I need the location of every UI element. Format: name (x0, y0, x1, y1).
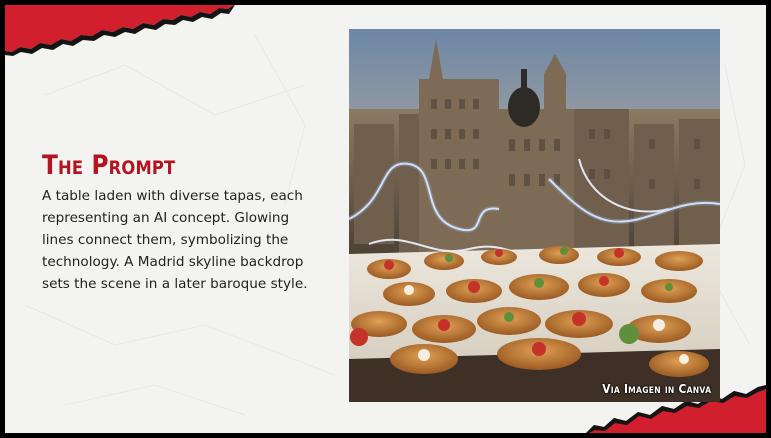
torn-paper-top-left (5, 5, 235, 56)
tapas-madrid-illustration (349, 29, 720, 402)
slide-heading: The Prompt (42, 150, 176, 181)
slide: The Prompt A table laden with diverse ta… (5, 5, 766, 433)
generated-image: Via Imagen in Canva (349, 29, 720, 402)
prompt-body-text: A table laden with diverse tapas, each r… (42, 188, 308, 292)
prompt-text-block: The Prompt A table laden with diverse ta… (42, 151, 322, 295)
image-credit-caption: Via Imagen in Canva (601, 381, 711, 396)
